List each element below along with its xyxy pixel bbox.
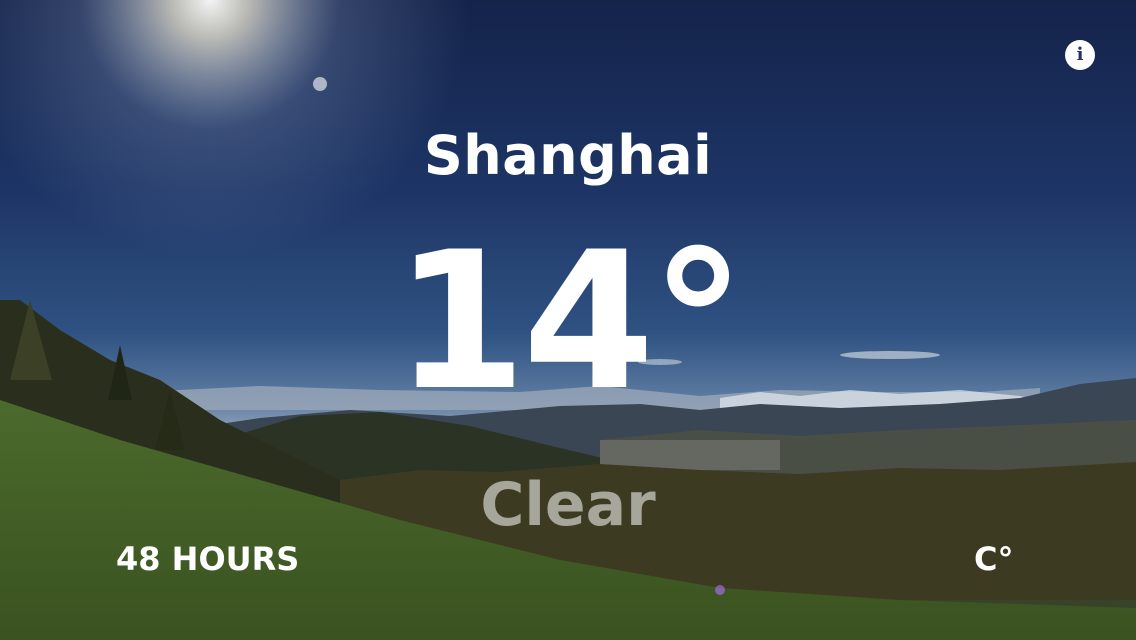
info-button[interactable]: i bbox=[1065, 40, 1095, 70]
info-icon: i bbox=[1076, 44, 1084, 65]
48-hours-button[interactable]: 48 HOURS bbox=[116, 540, 299, 578]
city-name: Shanghai bbox=[423, 124, 713, 187]
weather-screen: i Shanghai 14° Clear 48 HOURS C° bbox=[0, 0, 1136, 640]
temperature: 14° bbox=[394, 211, 745, 432]
temperature-unit-toggle[interactable]: C° bbox=[974, 540, 1013, 578]
lens-flare bbox=[313, 77, 327, 91]
weather-condition: Clear bbox=[480, 470, 656, 540]
